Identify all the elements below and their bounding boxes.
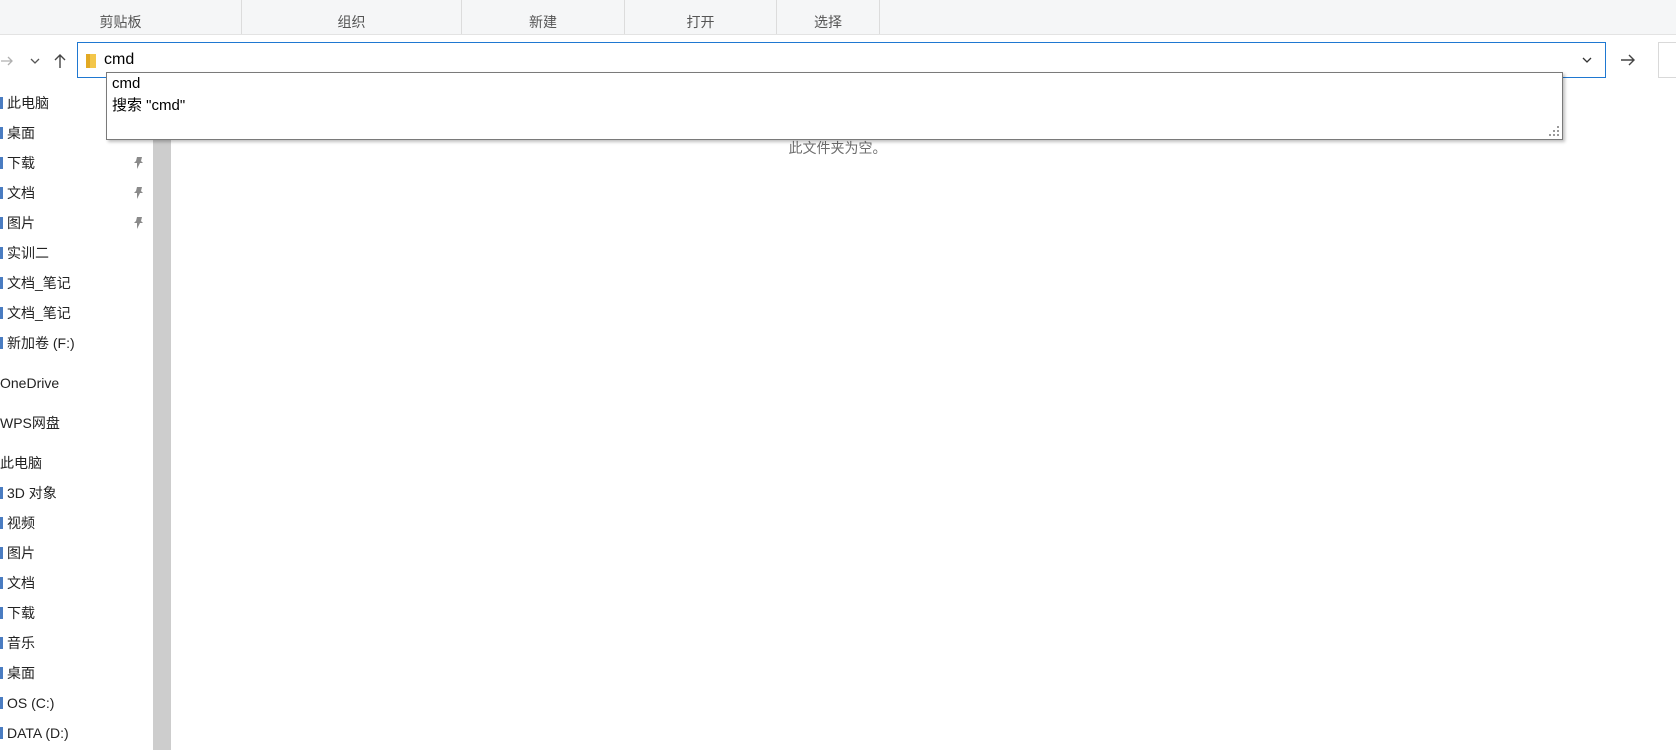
nav-item-drive-f[interactable]: 新加卷 (F:) [0,330,153,356]
nav-item-label: OS (C:) [7,695,55,711]
item-marker [0,577,3,589]
pin-icon[interactable] [131,215,147,231]
recent-locations-button[interactable] [24,36,46,86]
item-marker [0,697,3,709]
pin-icon[interactable] [131,185,147,201]
right-arrow-icon [1621,54,1635,66]
nav-item-label: 此电脑 [7,95,49,111]
ribbon: 剪贴板 组织 新建 打开 选择 [0,0,1676,35]
nav-item-this-pc-root[interactable]: 此电脑 [0,450,153,476]
nav-item-label: 桌面 [7,665,35,681]
item-marker [0,247,3,259]
nav-item-documents[interactable]: 文档 [0,180,153,206]
address-autocomplete-dropdown: cmd 搜索 "cmd" [106,72,1563,140]
up-arrow-icon [54,54,66,68]
nav-item-folder[interactable]: 文档_笔记 [0,300,153,326]
item-marker [0,97,3,109]
nav-item-pictures[interactable]: 图片 [0,210,153,236]
item-marker [0,637,3,649]
go-button[interactable] [1612,42,1644,78]
item-marker [0,187,3,199]
ribbon-group-open[interactable]: 打开 [625,0,777,34]
ribbon-group-organize[interactable]: 组织 [242,0,462,34]
nav-item-wps-drive[interactable]: WPS网盘 [0,410,153,436]
nav-item-label: 文档_笔记 [7,305,71,321]
nav-item-label: 新加卷 (F:) [7,335,75,351]
nav-item-label: 下载 [7,605,35,621]
nav-item-label: 此电脑 [0,455,42,471]
suggestion-item-search[interactable]: 搜索 "cmd" [112,95,185,117]
nav-item-folder[interactable]: 实训二 [0,240,153,266]
search-box[interactable] [1658,42,1676,78]
folder-icon [86,54,96,68]
nav-item-label: 实训二 [7,245,49,261]
forward-button[interactable] [0,36,18,86]
chevron-down-icon [1582,57,1592,63]
item-marker [0,217,3,229]
item-marker [0,547,3,559]
nav-item-documents[interactable]: 文档 [0,570,153,596]
suggestion-item[interactable]: cmd [112,73,140,95]
nav-item-label: WPS网盘 [0,415,60,431]
nav-item-label: 3D 对象 [7,485,57,501]
nav-item-3d-objects[interactable]: 3D 对象 [0,480,153,506]
nav-item-label: 文档 [7,575,35,591]
ribbon-group-new[interactable]: 新建 [462,0,625,34]
nav-item-drive-c[interactable]: OS (C:) [0,690,153,716]
nav-item-label: 音乐 [7,635,35,651]
item-marker [0,607,3,619]
nav-item-drive-d[interactable]: DATA (D:) [0,720,153,746]
navigation-pane: 此电脑 桌面 下载 文档 图片 实训二 文档_笔记 文档_笔记 新加卷 (F:)… [0,88,153,750]
item-marker [0,277,3,289]
nav-item-videos[interactable]: 视频 [0,510,153,536]
resize-grip-icon[interactable] [1548,125,1560,137]
nav-item-downloads[interactable]: 下载 [0,600,153,626]
nav-item-onedrive[interactable]: OneDrive [0,370,153,396]
ribbon-group-clipboard[interactable]: 剪贴板 [0,0,242,34]
nav-item-folder[interactable]: 文档_笔记 [0,270,153,296]
nav-item-label: DATA (D:) [7,725,69,741]
item-marker [0,517,3,529]
nav-item-label: 视频 [7,515,35,531]
up-button[interactable] [49,36,71,86]
sidebar-scrollbar[interactable] [153,88,171,750]
nav-item-label: 图片 [7,215,35,231]
item-marker [0,487,3,499]
address-history-dropdown[interactable] [1575,43,1599,77]
chevron-down-icon [30,58,40,64]
forward-arrow-icon [1,56,13,66]
ribbon-group-select[interactable]: 选择 [777,0,880,34]
item-marker [0,727,3,739]
nav-item-label: 文档 [7,185,35,201]
item-marker [0,157,3,169]
empty-folder-message: 此文件夹为空。 [788,140,887,156]
item-marker [0,307,3,319]
nav-item-label: OneDrive [0,375,60,391]
item-marker [0,667,3,679]
nav-item-pictures[interactable]: 图片 [0,540,153,566]
nav-item-label: 图片 [7,545,35,561]
nav-item-desktop[interactable]: 桌面 [0,660,153,686]
address-input[interactable] [104,47,1544,73]
nav-item-label: 文档_笔记 [7,275,71,291]
item-marker [0,337,3,349]
file-list[interactable]: 此文件夹为空。 [171,88,1676,750]
nav-item-music[interactable]: 音乐 [0,630,153,656]
